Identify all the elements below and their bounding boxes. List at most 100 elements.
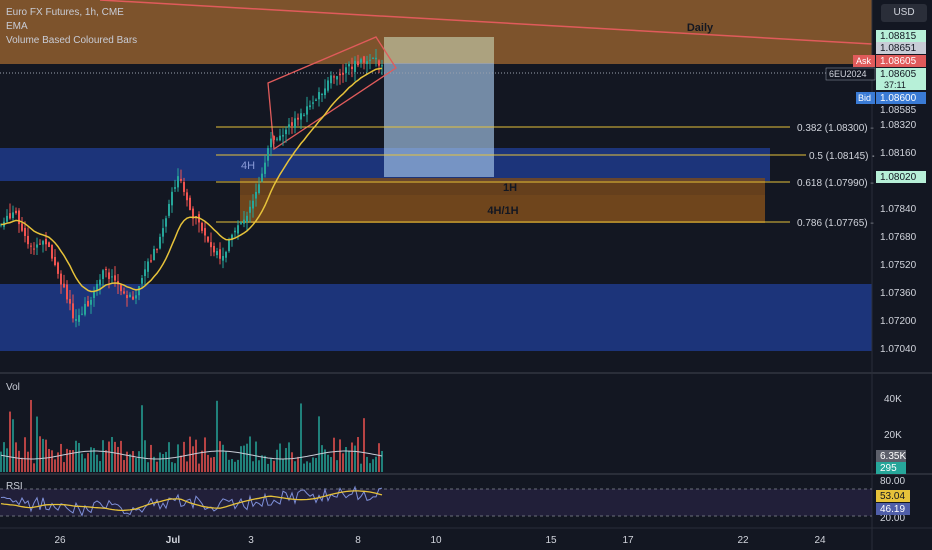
time-tick: 8 (355, 535, 361, 546)
volume-bar (39, 436, 41, 472)
time-tick: 26 (54, 535, 66, 546)
candle-body (303, 114, 305, 116)
candle-body (291, 122, 293, 126)
candle-body (348, 64, 350, 67)
candle-body (330, 75, 332, 84)
candle-body (87, 301, 89, 307)
volume-bar (57, 452, 59, 472)
candle-body (255, 191, 257, 199)
candle-body (9, 213, 11, 219)
candle-body (366, 61, 368, 65)
candle-body (276, 138, 278, 140)
volume-bar (156, 461, 158, 472)
daily-label: Daily (687, 22, 714, 34)
volume-bar (144, 440, 146, 472)
symbol-title[interactable]: Euro FX Futures, 1h, CME (6, 6, 137, 20)
volume-bar (87, 453, 89, 472)
candle-body (42, 241, 44, 245)
volume-bar (369, 463, 371, 472)
candle-body (126, 295, 128, 299)
time-tick: 10 (430, 535, 442, 546)
volume-bar (264, 455, 266, 472)
candle-body (33, 248, 35, 250)
price-tick: 1.07040 (880, 344, 917, 355)
chart-window: Daily 4H 1H 4H/1H 0.382 (1.08300) - 0.5 … (0, 0, 932, 550)
volume-tick: 40K (884, 394, 902, 405)
volume-bar (12, 419, 14, 472)
bid-label: Bid (858, 93, 871, 103)
legend-volume-bars[interactable]: Volume Based Coloured Bars (6, 34, 137, 48)
volume-bar (63, 462, 65, 472)
fib-price: 1.08020 (880, 172, 917, 183)
rsi-tick: 80.00 (880, 476, 905, 487)
candle-body (21, 223, 23, 231)
candle-body (273, 136, 275, 140)
rsi-badge1: 53.04 (880, 491, 905, 502)
volume-bar (363, 418, 365, 472)
volume-bar (372, 459, 374, 472)
candle-body (327, 80, 329, 91)
candle-body (306, 106, 308, 115)
candle-body (210, 242, 212, 248)
volume-bar (30, 399, 32, 472)
candle-body (378, 60, 380, 66)
volume-bar (21, 457, 23, 472)
candle-body (144, 269, 146, 277)
bid-value: 1.08600 (880, 93, 917, 104)
candle-body (147, 261, 149, 272)
candle-body (63, 283, 65, 288)
volume-bar (51, 450, 53, 472)
volume-bar (333, 437, 335, 472)
volume-bar (183, 441, 185, 472)
volume-bar (105, 450, 107, 472)
candle-body (222, 256, 224, 261)
volume-bar (198, 463, 200, 472)
volume-bar (138, 451, 140, 472)
volume-bar (165, 451, 167, 472)
volume-bar (141, 405, 143, 472)
candle-body (111, 276, 113, 278)
candle-body (324, 88, 326, 96)
volume-bar (276, 449, 278, 472)
currency-button[interactable]: USD (881, 4, 927, 22)
position-target-box[interactable] (384, 37, 494, 63)
candle-body (237, 225, 239, 234)
chart-canvas[interactable]: Daily 4H 1H 4H/1H 0.382 (1.08300) - 0.5 … (0, 0, 932, 550)
volume-bar (213, 457, 215, 472)
candle-body (45, 239, 47, 245)
candle-body (261, 173, 263, 182)
candle-body (177, 176, 179, 188)
candle-body (264, 162, 266, 174)
candle-body (267, 148, 269, 161)
volume-bar (231, 459, 233, 472)
volume-bar (0, 451, 2, 472)
candle-body (12, 212, 14, 219)
candle-body (24, 228, 26, 236)
volume-bar (84, 458, 86, 472)
volume-bar (294, 461, 296, 472)
volume-bar (42, 438, 44, 472)
candle-body (258, 184, 260, 194)
candle-body (51, 244, 53, 259)
candle-body (189, 197, 191, 211)
volume-bar (357, 437, 359, 472)
candle-body (249, 206, 251, 213)
position-stop-box[interactable] (384, 63, 494, 177)
contract-label: 6EU2024 (829, 69, 867, 79)
candle-body (288, 124, 290, 128)
candle-body (360, 59, 362, 63)
volume-bar (285, 448, 287, 472)
legend-ema[interactable]: EMA (6, 20, 137, 34)
volume-bar (318, 416, 320, 472)
volume-bar (117, 446, 119, 472)
candle-body (333, 76, 335, 78)
candle-body (120, 284, 122, 292)
volume-bar (15, 442, 17, 472)
volume-bar (180, 455, 182, 472)
volume-bar (135, 457, 137, 472)
volume-bar (201, 450, 203, 472)
candle-body (183, 182, 185, 192)
volume-bar (60, 443, 62, 472)
volume-bar (18, 450, 20, 472)
volume-bar (168, 442, 170, 472)
